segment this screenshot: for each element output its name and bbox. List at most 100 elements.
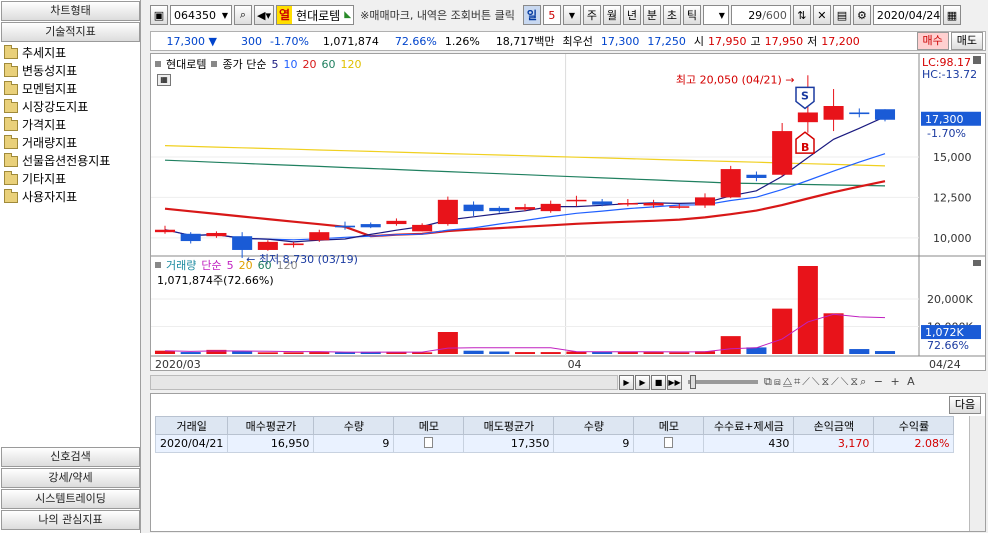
play-icon[interactable]: ▶ xyxy=(635,374,650,390)
period-second-button[interactable]: 초 xyxy=(662,5,681,25)
memo-icon[interactable] xyxy=(424,436,434,448)
stock-name-field[interactable]: 열 현대로템 ◣ xyxy=(275,5,355,25)
col-trade-date[interactable]: 거래일 xyxy=(154,416,229,435)
chart-area[interactable]: 15,000 12,500 10,000 최고 20,050 (04/21) → ← 최… xyxy=(150,53,986,371)
buy-button[interactable]: 매수 xyxy=(916,32,949,50)
search-icon[interactable]: ⌕ xyxy=(234,5,252,25)
col-profit[interactable]: 손익금액 xyxy=(793,416,875,435)
stock-code-input[interactable]: 064350 ▼ xyxy=(170,5,232,25)
legend-bullet-icon xyxy=(155,262,161,268)
tree-item-volume[interactable]: 거래량지표 xyxy=(4,134,110,152)
next-button[interactable]: 다음 xyxy=(949,396,981,414)
volume-bar xyxy=(309,352,330,354)
candle-body xyxy=(232,236,253,250)
tree-item-price[interactable]: 가격지표 xyxy=(4,116,110,134)
sell-button[interactable]: 매도 xyxy=(950,32,983,50)
system-trading-button[interactable]: 시스템트레이딩 xyxy=(1,489,140,509)
cell-buy-avg: 16,950 xyxy=(227,434,315,453)
col-sell-avg[interactable]: 매도평균가 xyxy=(463,416,555,435)
period-dropdown-icon[interactable]: ▼ xyxy=(562,5,581,25)
tree-item-momentum[interactable]: 모멘텀지표 xyxy=(4,80,110,98)
col-return[interactable]: 수익률 xyxy=(873,416,955,435)
period-tick-button[interactable]: 틱 xyxy=(682,5,701,25)
tree-item-user[interactable]: 사용자지표 xyxy=(4,188,110,206)
col-sell-memo[interactable]: 메모 xyxy=(633,416,705,435)
folder-icon xyxy=(4,152,18,167)
date-input[interactable]: 2020/04/24 xyxy=(872,5,941,25)
chevron-down-icon[interactable]: ▼ xyxy=(222,11,228,20)
volume-bar xyxy=(257,352,278,354)
window-icon[interactable]: ▣ xyxy=(150,5,168,25)
cell-sell-qty: 9 xyxy=(553,434,635,453)
cell-trade-date: 2020/04/21 xyxy=(154,434,229,453)
date-label-month: 04 xyxy=(568,358,582,370)
period-month-button[interactable]: 월 xyxy=(602,5,621,25)
grid-icon[interactable]: ▦ xyxy=(157,74,171,86)
cell-return: 2.08% xyxy=(873,434,955,453)
price-tick-label: 10,000 xyxy=(933,232,972,245)
speaker-icon[interactable]: ◀▾ xyxy=(254,5,274,25)
cell-sell-memo[interactable] xyxy=(633,434,705,453)
stock-tag: 열 xyxy=(276,6,293,24)
crosshair-icon[interactable]: ✕ xyxy=(812,5,831,25)
vertical-scrollbar[interactable] xyxy=(969,416,985,531)
best-ask: 17,250 xyxy=(647,34,686,48)
volume-bar xyxy=(772,308,793,354)
period-year-button[interactable]: 년 xyxy=(622,5,641,25)
stop-icon[interactable]: ■ xyxy=(651,374,666,390)
technical-indicator-button[interactable]: 기술적지표 xyxy=(1,22,140,42)
gear-icon[interactable]: ⚙ xyxy=(852,5,871,25)
tree-item-volatility[interactable]: 변동성지표 xyxy=(4,62,110,80)
zoom-slider[interactable] xyxy=(688,375,758,389)
buy-mark-label: B xyxy=(801,141,809,154)
volume-bar xyxy=(463,350,484,354)
tree-item-trend[interactable]: 추세지표 xyxy=(4,44,110,62)
tree-item-other[interactable]: 기타지표 xyxy=(4,170,110,188)
candle-body xyxy=(154,229,176,233)
signal-search-button[interactable]: 신호검색 xyxy=(1,447,140,467)
chevron-down-icon: ▼ xyxy=(718,10,725,20)
col-buy-avg[interactable]: 매수평균가 xyxy=(227,416,315,435)
candle-body xyxy=(540,203,561,212)
calendar-icon[interactable]: ▦ xyxy=(942,5,961,25)
cell-buy-memo[interactable] xyxy=(393,434,465,453)
scroll-start-icon[interactable]: ▶ xyxy=(619,374,634,390)
candle-body xyxy=(334,225,356,228)
data-count-field[interactable]: 29/600 xyxy=(730,5,791,25)
tree-item-market-strength[interactable]: 시장강도지표 xyxy=(4,98,110,116)
volume-bar xyxy=(669,352,690,354)
chart-type-button[interactable]: 차트형태 xyxy=(1,1,140,21)
zoom-tool-icon[interactable]: ⇅ xyxy=(792,5,811,25)
candle-body xyxy=(849,112,870,115)
legend-bullet-icon xyxy=(155,61,161,67)
price-volume-chart[interactable]: 15,00012,50010,000최고 20,050 (04/21) →← 최… xyxy=(151,54,985,370)
drawing-tools-icon[interactable]: ⧉⧈⧋⌗⟋⟍⧖⟋⟍⧖⌕ − + A xyxy=(764,375,917,389)
period-minute-button[interactable]: 분 xyxy=(642,5,661,25)
bull-bear-button[interactable]: 강세/약세 xyxy=(1,468,140,488)
zoom-slider-handle[interactable] xyxy=(690,375,696,389)
col-fee[interactable]: 수수료+제세금 xyxy=(703,416,795,435)
candle-body xyxy=(180,233,201,242)
period-day-button[interactable]: 일 xyxy=(522,5,541,25)
period-week-button[interactable]: 주 xyxy=(582,5,601,25)
tree-item-futures-options[interactable]: 선물옵션전용지표 xyxy=(4,152,110,170)
my-indicator-button[interactable]: 나의 관심지표 xyxy=(1,510,140,530)
volume-bar xyxy=(540,352,561,354)
period-count-input[interactable]: 5 xyxy=(542,5,561,25)
volume-bar xyxy=(874,351,896,354)
col-sell-qty[interactable]: 수량 xyxy=(553,416,635,435)
table-row[interactable]: 2020/04/21 16,950 9 17,350 9 430 3,170 2… xyxy=(154,434,955,453)
volume-current-label: 1,072K xyxy=(925,326,964,339)
cell-buy-qty: 9 xyxy=(313,434,395,453)
col-buy-qty[interactable]: 수량 xyxy=(313,416,395,435)
candle-body xyxy=(412,224,433,232)
fast-forward-icon[interactable]: ▶▶ xyxy=(667,374,682,390)
tick-dropdown[interactable]: ▼ xyxy=(702,5,729,25)
col-buy-memo[interactable]: 메모 xyxy=(393,416,465,435)
horizontal-scrollbar[interactable] xyxy=(150,374,618,390)
open-label: 시 xyxy=(693,35,705,48)
save-icon[interactable]: ▤ xyxy=(832,5,851,25)
memo-icon[interactable] xyxy=(664,436,674,448)
open-price: 17,950 xyxy=(708,34,747,48)
candle-body xyxy=(206,232,227,237)
